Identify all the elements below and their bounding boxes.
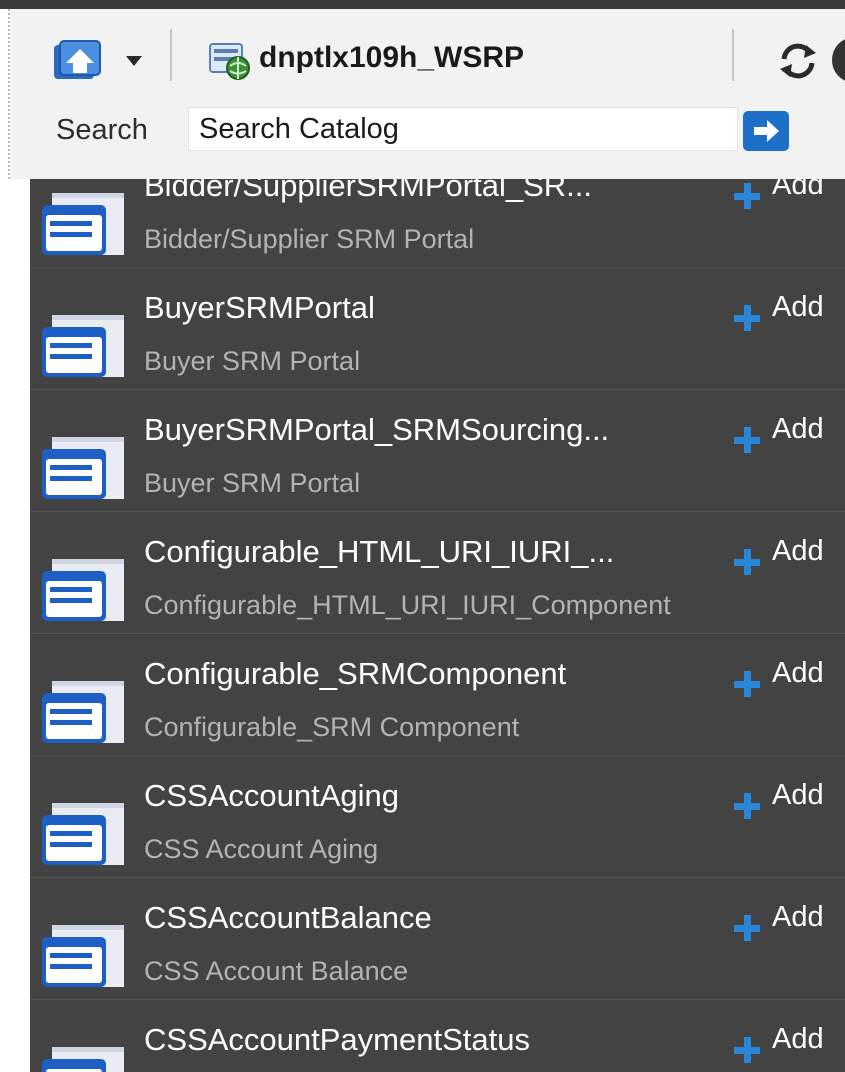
refresh-icon[interactable] xyxy=(776,39,820,83)
catalog-item-subtitle: Buyer SRM Portal xyxy=(144,346,361,376)
catalog-item-title: CSSAccountAging xyxy=(144,778,400,813)
add-button[interactable]: Add xyxy=(728,287,845,331)
catalog-item-title: Configurable_SRMComponent xyxy=(144,656,567,691)
catalog-item[interactable]: BuyerSRMPortal Buyer SRM Portal Add xyxy=(30,268,845,390)
catalog-item-subtitle: Configurable_SRM Component xyxy=(144,712,520,742)
search-row: Search xyxy=(10,101,845,179)
portlet-icon xyxy=(38,1043,128,1072)
toolbar-divider xyxy=(732,29,734,81)
portlet-icon xyxy=(38,677,128,757)
add-label: Add xyxy=(772,413,824,445)
catalog-item-subtitle: Configurable_HTML_URI_IURI_Component xyxy=(144,590,671,620)
catalog-item-subtitle: Bidder/Supplier SRM Portal xyxy=(144,224,475,254)
arrow-right-icon xyxy=(754,120,779,142)
server-name[interactable]: dnptlx109h_WSRP xyxy=(259,33,524,83)
plus-icon xyxy=(734,793,760,819)
plus-icon xyxy=(734,305,760,331)
add-label: Add xyxy=(772,779,824,811)
add-button[interactable]: Add xyxy=(728,653,845,697)
plus-icon xyxy=(734,549,760,575)
add-button[interactable]: Add xyxy=(728,1019,845,1063)
add-button[interactable]: Add xyxy=(728,897,845,941)
catalog-list[interactable]: Bidder/SupplierSRMPortal_SR... Bidder/Su… xyxy=(30,179,845,1072)
catalog-item-title: Configurable_HTML_URI_IURI_... xyxy=(144,534,615,569)
portlet-icon xyxy=(38,799,128,879)
add-label: Add xyxy=(772,179,824,201)
plus-icon xyxy=(734,915,760,941)
add-label: Add xyxy=(772,901,824,933)
add-button[interactable]: Add xyxy=(728,531,845,575)
add-button[interactable]: Add xyxy=(728,409,845,453)
search-label: Search xyxy=(56,114,148,146)
catalog-item[interactable]: Bidder/SupplierSRMPortal_SR... Bidder/Su… xyxy=(30,179,845,268)
add-button[interactable]: Add xyxy=(728,775,845,819)
catalog-item[interactable]: BuyerSRMPortal_SRMSourcing... Buyer SRM … xyxy=(30,390,845,512)
add-button[interactable]: Add xyxy=(728,179,845,209)
add-label: Add xyxy=(772,657,824,689)
portlet-icon xyxy=(38,555,128,635)
catalog-item[interactable]: Configurable_HTML_URI_IURI_... Configura… xyxy=(30,512,845,634)
catalog-item-subtitle: Buyer SRM Portal xyxy=(144,468,361,498)
more-options-icon[interactable] xyxy=(832,38,845,82)
add-label: Add xyxy=(772,291,824,323)
plus-icon xyxy=(734,183,760,209)
toolbar-divider xyxy=(170,29,172,81)
catalog-item-subtitle: CSS Account Balance xyxy=(144,956,409,986)
catalog-item-title: CSSAccountBalance xyxy=(144,900,432,935)
catalog-item-title: BuyerSRMPortal xyxy=(144,290,375,325)
add-label: Add xyxy=(772,535,824,567)
catalog-item-subtitle: CSS Account Aging xyxy=(144,834,379,864)
toolbar: dnptlx109h_WSRP xyxy=(10,9,845,101)
chevron-down-icon[interactable] xyxy=(123,45,145,75)
catalog-item-title: BuyerSRMPortal_SRMSourcing... xyxy=(144,412,610,447)
portlet-icon xyxy=(38,433,128,513)
portlet-icon xyxy=(38,311,128,391)
plus-icon xyxy=(734,671,760,697)
portlet-icon xyxy=(38,189,128,269)
search-go-button[interactable] xyxy=(743,111,789,151)
catalog-item[interactable]: CSSAccountBalance CSS Account Balance Ad… xyxy=(30,878,845,1000)
catalog-item[interactable]: CSSAccountAging CSS Account Aging Add xyxy=(30,756,845,878)
top-border xyxy=(0,0,845,9)
home-upload-icon[interactable] xyxy=(52,39,112,83)
search-input[interactable] xyxy=(188,107,738,151)
catalog-item-title: Bidder/SupplierSRMPortal_SR... xyxy=(144,179,592,203)
server-globe-icon xyxy=(208,40,252,80)
portlet-icon xyxy=(38,921,128,1001)
plus-icon xyxy=(734,1037,760,1063)
catalog-item[interactable]: Configurable_SRMComponent Configurable_S… xyxy=(30,634,845,756)
catalog-item[interactable]: CSSAccountPaymentStatus Add xyxy=(30,1000,845,1072)
catalog-items: Bidder/SupplierSRMPortal_SR... Bidder/Su… xyxy=(30,179,845,1072)
catalog-item-title: CSSAccountPaymentStatus xyxy=(144,1022,530,1057)
add-label: Add xyxy=(772,1023,824,1055)
plus-icon xyxy=(734,427,760,453)
